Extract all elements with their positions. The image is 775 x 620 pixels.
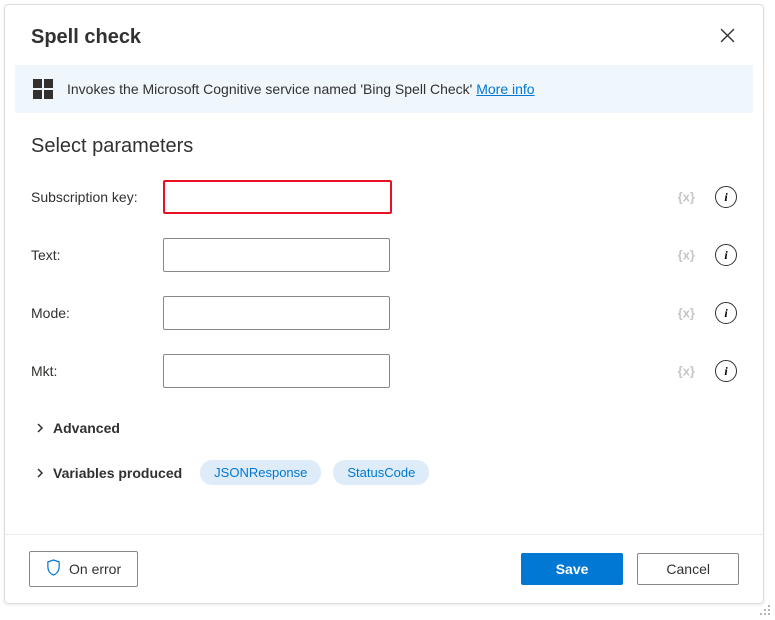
variable-chips: JSONResponse StatusCode <box>200 460 429 485</box>
variable-chip-status[interactable]: StatusCode <box>333 460 429 485</box>
dialog-body: Select parameters Subscription key: {x} … <box>5 113 763 534</box>
input-wrap: {x} <box>163 296 703 330</box>
on-error-button[interactable]: On error <box>29 551 138 587</box>
variable-icon: {x} <box>678 248 695 263</box>
variable-icon: {x} <box>678 364 695 379</box>
param-label: Mkt: <box>31 363 151 379</box>
param-label: Text: <box>31 247 151 263</box>
save-button[interactable]: Save <box>521 553 624 585</box>
dialog-footer: On error Save Cancel <box>5 534 763 603</box>
param-row-subscription-key: Subscription key: {x} i <box>31 180 737 214</box>
info-button[interactable]: i <box>715 186 737 208</box>
grid-icon <box>33 79 53 99</box>
param-row-mode: Mode: {x} i <box>31 296 737 330</box>
param-row-mkt: Mkt: {x} i <box>31 354 737 388</box>
dialog-header: Spell check <box>5 5 763 65</box>
param-row-text: Text: {x} i <box>31 238 737 272</box>
input-wrap: {x} <box>163 354 703 388</box>
close-icon <box>720 28 735 46</box>
variable-icon: {x} <box>678 190 695 205</box>
close-button[interactable] <box>713 23 741 51</box>
input-wrap: {x} <box>163 180 703 214</box>
banner-text: Invokes the Microsoft Cognitive service … <box>67 81 535 97</box>
variable-icon: {x} <box>678 306 695 321</box>
param-label: Mode: <box>31 305 151 321</box>
mode-input[interactable] <box>163 296 390 330</box>
info-banner: Invokes the Microsoft Cognitive service … <box>15 65 753 113</box>
shield-icon <box>46 559 61 579</box>
chevron-right-icon <box>35 423 45 433</box>
resize-grip-icon[interactable] <box>758 603 772 617</box>
param-label: Subscription key: <box>31 189 151 205</box>
banner-description: Invokes the Microsoft Cognitive service … <box>67 81 476 97</box>
spell-check-dialog: Spell check Invokes the Microsoft Cognit… <box>4 4 764 604</box>
text-input[interactable] <box>163 238 390 272</box>
variables-expander[interactable]: Variables produced JSONResponse StatusCo… <box>35 452 737 493</box>
cancel-button[interactable]: Cancel <box>637 553 739 585</box>
chevron-right-icon <box>35 468 45 478</box>
advanced-expander[interactable]: Advanced <box>35 412 737 444</box>
variables-label: Variables produced <box>53 465 182 481</box>
more-info-link[interactable]: More info <box>476 81 534 97</box>
subscription-key-input[interactable] <box>163 180 392 214</box>
variable-chip-json[interactable]: JSONResponse <box>200 460 321 485</box>
dialog-title: Spell check <box>31 26 141 49</box>
mkt-input[interactable] <box>163 354 390 388</box>
on-error-label: On error <box>69 561 121 577</box>
advanced-label: Advanced <box>53 420 120 436</box>
info-button[interactable]: i <box>715 244 737 266</box>
info-button[interactable]: i <box>715 360 737 382</box>
section-title: Select parameters <box>31 135 737 158</box>
input-wrap: {x} <box>163 238 703 272</box>
info-button[interactable]: i <box>715 302 737 324</box>
